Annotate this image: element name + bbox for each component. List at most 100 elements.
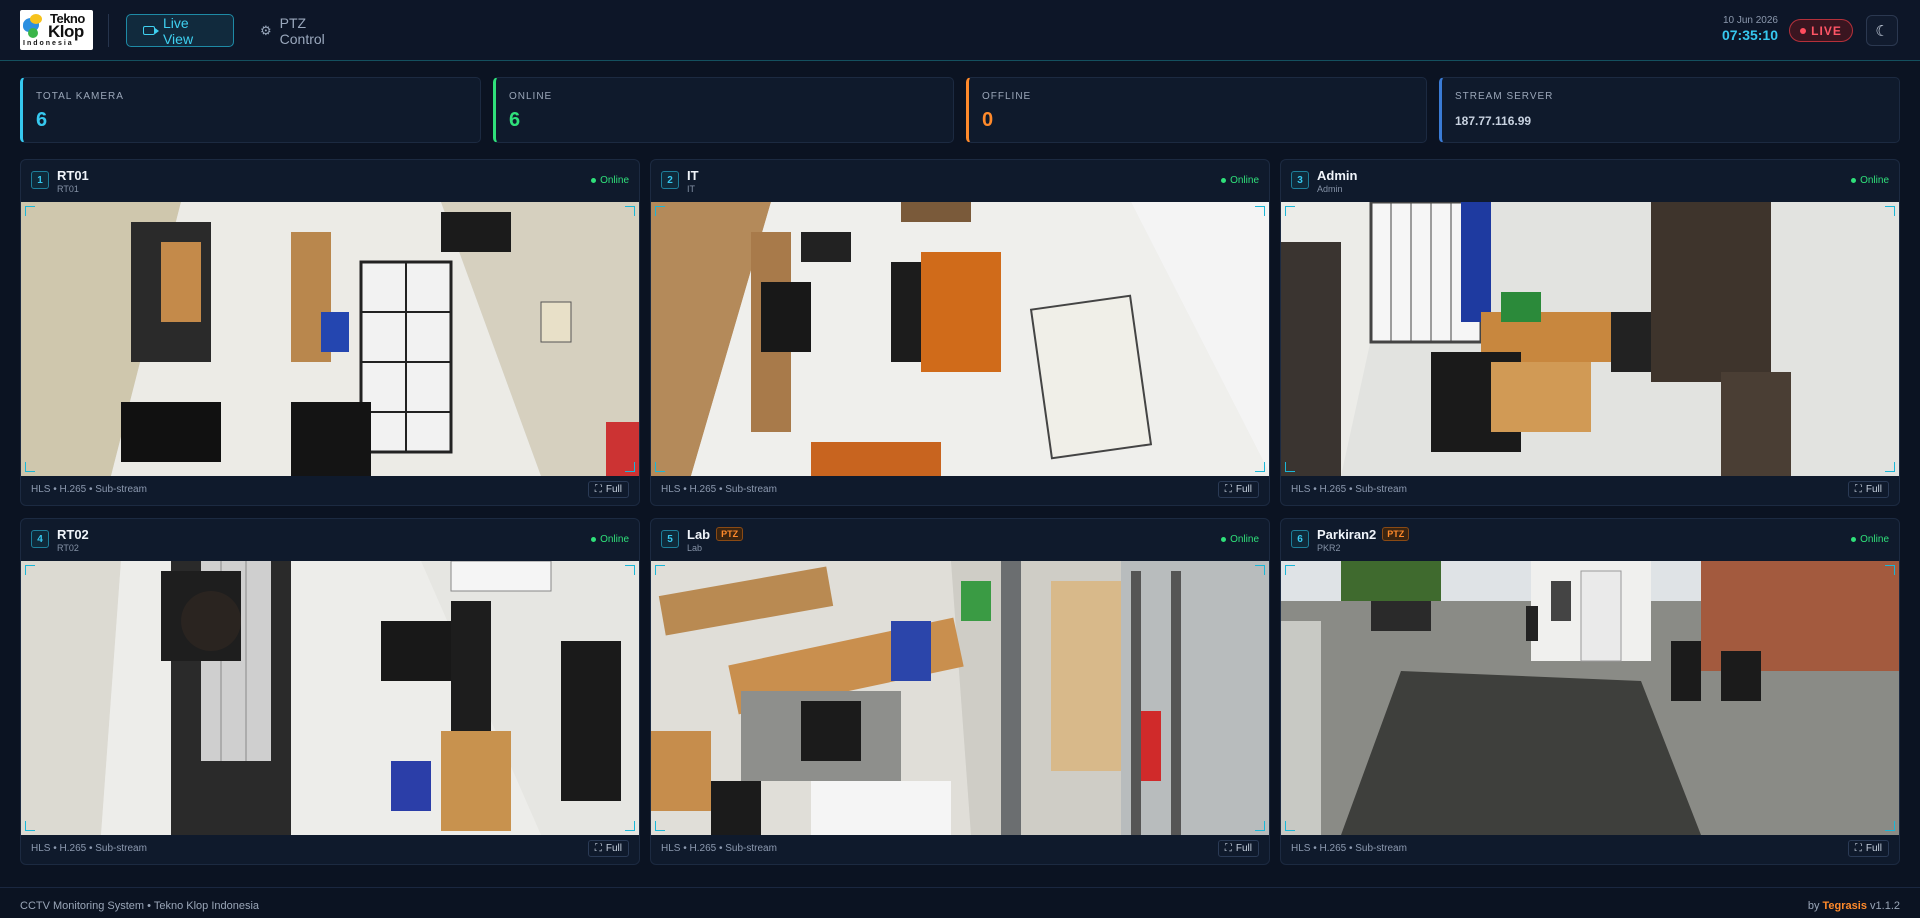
stat-offline: OFFLINE 0 (966, 77, 1427, 143)
camera-name-text: RT01 (57, 168, 89, 183)
nav-live-view-label: Live View (162, 14, 194, 47)
camera-status: Online (1221, 534, 1259, 545)
camera-name: Parkiran2 PTZ (1317, 527, 1410, 542)
camera-name: RT01 (57, 168, 89, 183)
ptz-badge: PTZ (1382, 527, 1410, 541)
camera-card-header: 3 Admin Admin Online (1281, 160, 1899, 202)
moon-icon: ☾ (1875, 22, 1889, 40)
logo-text-line2: Klop (48, 22, 84, 41)
camera-status: Online (591, 534, 629, 545)
status-label: Online (600, 534, 629, 545)
camera-code: Lab (687, 543, 703, 553)
expand-icon: ⛶ (1224, 843, 1232, 854)
corner-marker (655, 206, 665, 216)
camera-status: Online (1851, 175, 1889, 186)
corner-marker (1285, 821, 1295, 831)
stat-value: 187.77.116.99 (1455, 114, 1532, 128)
live-label: LIVE (1811, 23, 1842, 38)
status-dot-icon (1851, 537, 1857, 542)
camera-status: Online (591, 175, 629, 186)
video-feed[interactable] (21, 202, 639, 476)
status-label: Online (600, 175, 629, 186)
status-dot-icon (1221, 178, 1227, 183)
camera-code: PKR2 (1317, 543, 1341, 553)
corner-marker (655, 462, 665, 472)
stream-info: HLS • H.265 • Sub-stream (1291, 484, 1407, 495)
video-feed[interactable] (651, 561, 1269, 835)
fullscreen-label: Full (605, 843, 622, 854)
stat-label: STREAM SERVER (1455, 91, 1554, 102)
stat-label: ONLINE (509, 91, 553, 102)
camera-name-text: Lab (687, 527, 711, 542)
corner-marker (625, 821, 635, 831)
stream-info: HLS • H.265 • Sub-stream (661, 843, 777, 854)
video-feed[interactable] (1281, 561, 1899, 835)
fullscreen-button[interactable]: ⛶ Full (1847, 481, 1889, 498)
camera-number: 6 (1291, 530, 1309, 548)
camera-card-footer: HLS • H.265 • Sub-stream ⛶ Full (21, 474, 639, 505)
expand-icon: ⛶ (594, 843, 602, 854)
camera-card-header: 6 Parkiran2 PTZ PKR2 Online (1281, 519, 1899, 561)
camera-card-footer: HLS • H.265 • Sub-stream ⛶ Full (1281, 833, 1899, 864)
camera-card-header: 4 RT02 RT02 Online (21, 519, 639, 561)
expand-icon: ⛶ (1854, 843, 1862, 854)
status-dot-icon (1851, 178, 1857, 183)
stat-stream-server: STREAM SERVER 187.77.116.99 (1439, 77, 1900, 143)
camera-name: RT02 (57, 527, 89, 542)
corner-marker (1885, 206, 1895, 216)
footer-version: v1.1.2 (1866, 900, 1900, 912)
corner-marker (25, 462, 35, 472)
fullscreen-button[interactable]: ⛶ Full (587, 840, 629, 857)
company-logo[interactable]: Tekno Klop Indonesia (20, 10, 93, 50)
video-frame-image (21, 202, 639, 476)
stream-info: HLS • H.265 • Sub-stream (31, 484, 147, 495)
expand-icon: ⛶ (1854, 484, 1862, 495)
camera-name: IT (687, 168, 699, 183)
camera-status: Online (1221, 175, 1259, 186)
camera-name-text: Admin (1317, 168, 1358, 183)
camera-card-footer: HLS • H.265 • Sub-stream ⛶ Full (651, 833, 1269, 864)
live-dot-icon (1800, 27, 1807, 34)
camera-status: Online (1851, 534, 1889, 545)
fullscreen-label: Full (1865, 484, 1882, 495)
current-date: 10 Jun 2026 (1722, 15, 1778, 26)
status-dot-icon (591, 178, 597, 183)
footer-credit: by Tegrasis v1.1.2 (1808, 900, 1900, 912)
nav-ptz-control-button[interactable]: ⚙ PTZ Control (244, 14, 364, 47)
camera-code: RT01 (57, 184, 79, 194)
camera-card: 1 RT01 RT01 Online HLS • H.265 • Sub-str… (20, 159, 640, 506)
fullscreen-button[interactable]: ⛶ Full (1217, 840, 1259, 857)
camera-name: Admin (1317, 168, 1357, 183)
camera-card-header: 5 Lab PTZ Lab Online (651, 519, 1269, 561)
nav-live-view-button[interactable]: Live View (126, 14, 234, 47)
corner-marker (1285, 565, 1295, 575)
camera-card-footer: HLS • H.265 • Sub-stream ⛶ Full (651, 474, 1269, 505)
fullscreen-label: Full (605, 484, 622, 495)
stat-label: TOTAL KAMERA (36, 91, 124, 102)
header-divider (108, 14, 109, 47)
footer-brand-link[interactable]: Tegrasis (1823, 900, 1867, 912)
current-time: 07:35:10 (1721, 27, 1778, 43)
corner-marker (655, 821, 665, 831)
video-feed[interactable] (651, 202, 1269, 476)
theme-toggle-button[interactable]: ☾ (1866, 15, 1898, 46)
fullscreen-button[interactable]: ⛶ Full (1847, 840, 1889, 857)
camera-card: 6 Parkiran2 PTZ PKR2 Online HLS • H.265 … (1280, 518, 1900, 865)
video-feed[interactable] (1281, 202, 1899, 476)
video-feed[interactable] (21, 561, 639, 835)
footer-system-label: CCTV Monitoring System • Tekno Klop Indo… (20, 900, 260, 912)
fullscreen-button[interactable]: ⛶ Full (587, 481, 629, 498)
fullscreen-button[interactable]: ⛶ Full (1217, 481, 1259, 498)
corner-marker (625, 565, 635, 575)
expand-icon: ⛶ (1224, 484, 1232, 495)
camera-grid: 1 RT01 RT01 Online HLS • H.265 • Sub-str… (20, 159, 1900, 866)
corner-marker (1885, 565, 1895, 575)
camera-icon (143, 26, 159, 35)
status-label: Online (1860, 175, 1889, 186)
video-frame-image (21, 561, 639, 835)
camera-name-text: RT02 (57, 527, 89, 542)
corner-marker (625, 206, 635, 216)
header-clock: 10 Jun 2026 07:35:10 (1722, 15, 1778, 43)
camera-number: 2 (661, 171, 679, 189)
corner-marker (655, 565, 665, 575)
